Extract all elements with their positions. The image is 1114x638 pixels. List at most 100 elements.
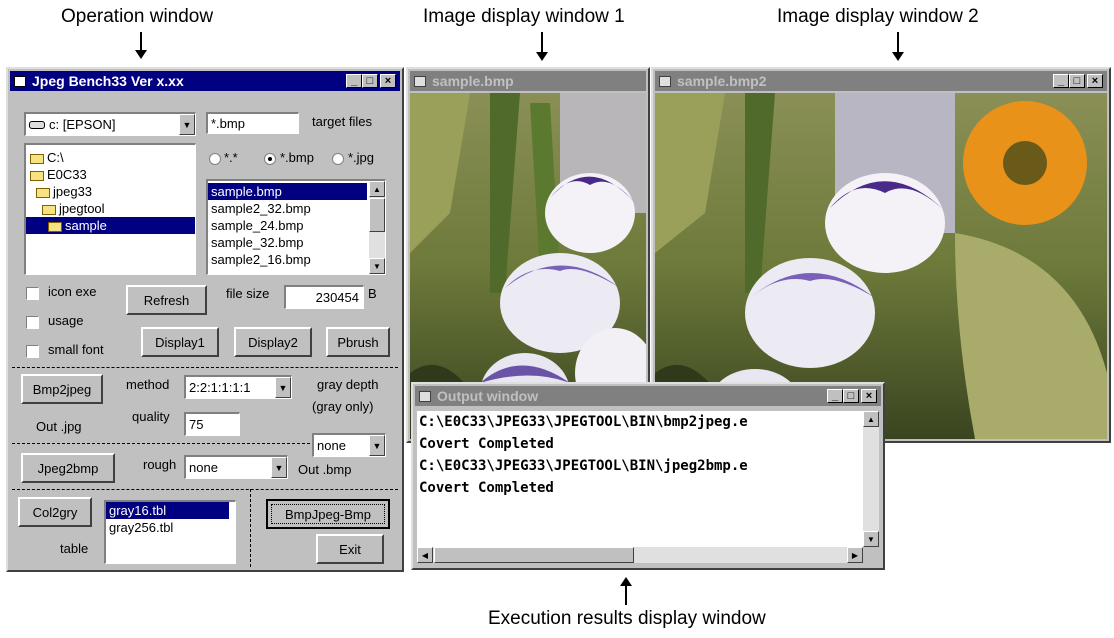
quality-label: quality xyxy=(132,409,170,424)
folder-tree[interactable]: C:\ E0C33 jpeg33 jpegtool sample xyxy=(24,143,196,275)
output-title: Output window xyxy=(437,388,539,404)
out-bmp-label: Out .bmp xyxy=(298,462,352,477)
display2-button[interactable]: Display2 xyxy=(234,327,312,357)
radio-jpg-label: *.jpg xyxy=(348,150,375,165)
arrow-image-1 xyxy=(541,32,543,54)
folder-item[interactable]: C:\ xyxy=(26,149,195,166)
caption-image-window-2: Image display window 2 xyxy=(777,6,979,27)
resize-grip-icon[interactable] xyxy=(863,547,879,563)
scroll-down-icon[interactable]: ▼ xyxy=(369,258,385,274)
method-value: 2:2:1:1:1:1 xyxy=(189,380,251,395)
scroll-thumb[interactable] xyxy=(434,547,634,563)
output-window: Output window _ □ × C:\E0C33\JPEG33\JPEG… xyxy=(411,382,885,570)
arrow-operation xyxy=(140,32,142,52)
folder-item-selected[interactable]: sample xyxy=(26,217,195,234)
display1-button[interactable]: Display1 xyxy=(141,327,219,357)
scroll-up-icon[interactable]: ▲ xyxy=(369,181,385,197)
close-icon[interactable]: × xyxy=(1087,74,1103,88)
gray-depth-value: none xyxy=(317,438,346,453)
maximize-icon[interactable]: □ xyxy=(362,74,378,88)
maximize-icon[interactable]: □ xyxy=(843,389,859,403)
chevron-down-icon[interactable]: ▼ xyxy=(369,435,385,456)
app-icon xyxy=(414,75,426,87)
file-item-selected[interactable]: sample.bmp xyxy=(208,183,367,200)
quality-input[interactable]: 75 xyxy=(184,412,240,436)
gray-depth-label: gray depth xyxy=(317,377,379,392)
output-line: C:\E0C33\JPEG33\JPEGTOOL\BIN\jpeg2bmp.e xyxy=(419,458,748,474)
caption-execution-window: Execution results display window xyxy=(488,608,766,629)
file-list-scrollbar[interactable]: ▲ ▼ xyxy=(369,181,385,274)
arrow-head-image-1 xyxy=(536,52,548,61)
out-jpg-label: Out .jpg xyxy=(36,419,82,434)
chevron-down-icon[interactable]: ▼ xyxy=(275,377,291,398)
operation-titlebar[interactable]: Jpeg Bench33 Ver x.xx xyxy=(10,71,400,91)
chevron-down-icon[interactable]: ▼ xyxy=(271,457,287,478)
arrow-head-image-2 xyxy=(892,52,904,61)
scroll-left-icon[interactable]: ◀ xyxy=(417,547,433,563)
image-window-1-titlebar[interactable]: sample.bmp xyxy=(410,71,646,91)
rough-select[interactable]: none ▼ xyxy=(184,455,288,479)
file-item[interactable]: sample2_32.bmp xyxy=(208,200,385,217)
bmpjpegbmp-button[interactable]: BmpJpeg-Bmp xyxy=(266,499,390,529)
app-icon xyxy=(659,75,671,87)
checkbox-icon-exe[interactable] xyxy=(26,287,39,300)
bmp2jpeg-button[interactable]: Bmp2jpeg xyxy=(21,374,103,404)
table-label: table xyxy=(60,541,89,556)
checkbox-small-font[interactable] xyxy=(26,345,39,358)
minimize-icon[interactable]: _ xyxy=(827,389,843,403)
output-vertical-scrollbar[interactable]: ▲ ▼ xyxy=(863,411,879,547)
divider xyxy=(12,443,310,444)
exit-button[interactable]: Exit xyxy=(316,534,384,564)
divider xyxy=(12,367,398,368)
image-window-1-title: sample.bmp xyxy=(432,73,514,89)
close-icon[interactable]: × xyxy=(861,389,877,403)
radio-all-files[interactable] xyxy=(209,153,221,165)
folder-open-icon xyxy=(42,204,56,215)
radio-bmp-files[interactable] xyxy=(264,153,276,165)
radio-jpg-files[interactable] xyxy=(332,153,344,165)
folder-item[interactable]: E0C33 xyxy=(26,166,195,183)
caption-image-window-1: Image display window 1 xyxy=(423,6,625,27)
file-item[interactable]: sample_32.bmp xyxy=(208,234,385,251)
output-titlebar[interactable]: Output window xyxy=(415,386,881,406)
gray-depth-select[interactable]: none ▼ xyxy=(312,433,386,457)
scroll-up-icon[interactable]: ▲ xyxy=(863,411,879,427)
target-files-input[interactable]: *.bmp xyxy=(206,112,299,134)
checkbox-icon-exe-label: icon exe xyxy=(48,284,97,299)
output-horizontal-scrollbar[interactable]: ◀ ▶ xyxy=(417,547,863,563)
folder-item[interactable]: jpeg33 xyxy=(26,183,195,200)
app-icon xyxy=(419,390,431,402)
close-icon[interactable]: × xyxy=(380,74,396,88)
minimize-icon[interactable]: _ xyxy=(346,74,362,88)
pbrush-button[interactable]: Pbrush xyxy=(326,327,390,357)
scroll-thumb[interactable] xyxy=(369,198,385,232)
checkbox-usage[interactable] xyxy=(26,316,39,329)
method-label: method xyxy=(126,377,170,392)
file-list[interactable]: sample.bmp sample2_32.bmp sample_24.bmp … xyxy=(206,179,386,275)
app-icon xyxy=(14,75,26,87)
radio-all-label: *.* xyxy=(224,150,238,165)
radio-bmp-label: *.bmp xyxy=(280,150,314,165)
image-window-2-titlebar[interactable]: sample.bmp2 xyxy=(655,71,1107,91)
operation-window: Jpeg Bench33 Ver x.xx _ □ × c: [EPSON] ▼… xyxy=(6,67,404,572)
gray-only-label: (gray only) xyxy=(312,399,374,414)
scroll-down-icon[interactable]: ▼ xyxy=(863,531,879,547)
minimize-icon[interactable]: _ xyxy=(1053,74,1069,88)
method-select[interactable]: 2:2:1:1:1:1 ▼ xyxy=(184,375,292,399)
drive-select[interactable]: c: [EPSON] ▼ xyxy=(24,112,196,136)
refresh-button[interactable]: Refresh xyxy=(126,285,207,315)
file-item[interactable]: sample2_16.bmp xyxy=(208,251,385,268)
chevron-down-icon[interactable]: ▼ xyxy=(179,114,195,135)
target-files-label: target files xyxy=(312,114,372,129)
scroll-right-icon[interactable]: ▶ xyxy=(847,547,863,563)
output-console[interactable]: C:\E0C33\JPEG33\JPEGTOOL\BIN\bmp2jpeg.e … xyxy=(417,411,863,547)
col2gry-button[interactable]: Col2gry xyxy=(18,497,92,527)
table-item-selected[interactable]: gray16.tbl xyxy=(106,502,229,519)
file-item[interactable]: sample_24.bmp xyxy=(208,217,385,234)
divider xyxy=(250,489,251,567)
folder-item[interactable]: jpegtool xyxy=(26,200,195,217)
maximize-icon[interactable]: □ xyxy=(1069,74,1085,88)
table-list[interactable]: gray16.tbl gray256.tbl xyxy=(104,500,236,564)
jpeg2bmp-button[interactable]: Jpeg2bmp xyxy=(21,453,115,483)
table-item[interactable]: gray256.tbl xyxy=(106,519,235,536)
